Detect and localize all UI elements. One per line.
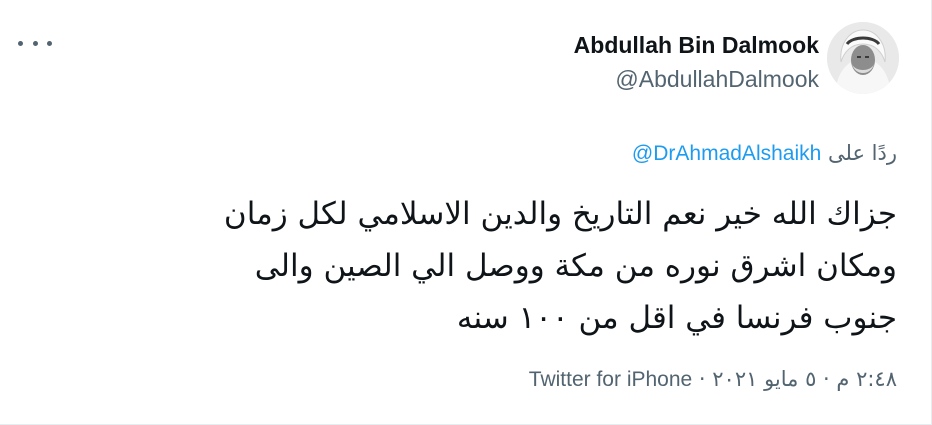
- more-options-icon[interactable]: [18, 32, 52, 54]
- tweet-header: Abdullah Bin Dalmook @AbdullahDalmook: [574, 30, 819, 94]
- tweet-text-line: جزاك الله خير نعم التاريخ والدين الاسلام…: [223, 196, 897, 232]
- tweet-text: جزاك الله خير نعم التاريخ والدين الاسلام…: [47, 188, 897, 344]
- replying-to-handle-link[interactable]: @DrAhmadAlshaikh: [632, 142, 821, 165]
- more-dot: [47, 40, 52, 46]
- author-name[interactable]: Abdullah Bin Dalmook: [574, 30, 819, 60]
- avatar-image: [827, 22, 899, 94]
- tweet-timestamp[interactable]: ٢:٤٨ م · ٥ مايو ٢٠٢١: [712, 367, 897, 391]
- meta-separator: ·: [698, 367, 706, 391]
- tweet-source-label: Twitter for iPhone: [528, 368, 693, 391]
- tweet-meta: ٢:٤٨ م · ٥ مايو ٢٠٢١ · Twitter for iPhon…: [529, 364, 897, 395]
- tweet-source[interactable]: Twitter for iPhone: [529, 368, 692, 391]
- more-dot: [18, 40, 23, 46]
- avatar[interactable]: [827, 22, 899, 94]
- author-handle[interactable]: @AbdullahDalmook: [574, 64, 819, 94]
- tweet-text-line: ومكان اشرق نوره من مكة ووصل الي الصين وا…: [254, 248, 897, 284]
- tweet-card: Abdullah Bin Dalmook @AbdullahDalmook رد…: [0, 0, 932, 425]
- replying-to: ردًا على @DrAhmadAlshaikh: [632, 138, 897, 169]
- more-dot: [32, 40, 38, 46]
- tweet-text-line: جنوب فرنسا في اقل من ١٠٠ سنه: [456, 300, 897, 336]
- replying-to-prefix: ردًا على: [828, 141, 897, 165]
- replying-to-handle: @DrAhmadAlshaikh: [631, 142, 822, 165]
